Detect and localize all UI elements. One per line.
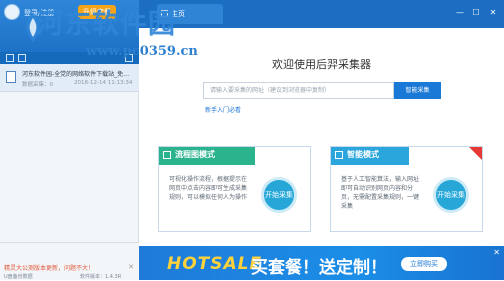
start-collect-button[interactable]: 开始采集 (261, 177, 297, 213)
flowchart-icon (163, 151, 171, 159)
close-icon[interactable]: ✕ (128, 263, 134, 271)
left-footer: 精灵大公测版本更新，问题不大！ ✕ U盘备份数据 软件版本：1.4.3R (0, 242, 139, 280)
promo-banner[interactable]: HOTSALE 买套餐！送定制！ 立即购买 ✕ (139, 246, 504, 280)
minimize-button[interactable]: — (455, 8, 465, 18)
card-title-smart: 智能模式 (331, 147, 409, 165)
start-collect-button[interactable]: 开始采集 (433, 177, 469, 213)
card-description: 基于人工智能算法，输入网址即可自动识别网页内容和分页，无需配置采集规则，一键采集 (341, 176, 420, 210)
task-list-item[interactable]: 河东软件园-全党的网络软件下载站_免费网 数据采集：0 2018-12-14 1… (0, 64, 139, 92)
card-title-text: 流程图模式 (175, 150, 215, 159)
smart-mode-card: 智能模式 基于人工智能算法，输入网址即可自动识别网页内容和分页，无需配置采集规则… (330, 146, 483, 232)
menu-icon[interactable] (18, 54, 26, 62)
backup-link[interactable]: U盘备份数据 (4, 273, 33, 280)
buy-now-button[interactable]: 立即购买 (401, 257, 447, 271)
smart-icon (335, 151, 343, 159)
card-title-text: 智能模式 (347, 150, 379, 159)
hotsale-text: HOTSALE (167, 254, 263, 274)
card-title-flowchart: 流程图模式 (159, 147, 255, 165)
maximize-button[interactable]: ☐ (471, 8, 481, 18)
url-input[interactable]: 请输入要采集的网址（建议到浏览器中复制） (203, 82, 394, 99)
smart-collect-button[interactable]: 智能采集 (394, 82, 441, 99)
watermark-title: 河东软件园 (36, 9, 176, 40)
avatar[interactable] (4, 4, 20, 20)
close-icon[interactable]: ✕ (493, 248, 500, 257)
beginner-guide-link[interactable]: 新手入门必看 (205, 105, 241, 114)
welcome-heading: 欢迎使用后羿采集器 (272, 58, 371, 71)
task-time: 2018-12-14 11:13:34 (74, 80, 133, 86)
close-window-button[interactable]: ✕ (488, 8, 498, 18)
version-text: 软件版本：1.4.3R (80, 274, 122, 280)
task-count: 数据采集：0 (22, 82, 53, 88)
title-bar: 主页 — ☐ ✕ (139, 0, 504, 28)
back-icon[interactable] (6, 54, 14, 62)
card-description: 可视化操作流程，根据提示在网页中点击内容即可生成采集规则，可以模拟任何人为操作 (169, 176, 248, 201)
document-icon (6, 71, 16, 83)
banner-text: 买套餐！送定制！ (251, 258, 387, 278)
flowchart-mode-card: 流程图模式 可视化操作流程，根据提示在网页中点击内容即可生成采集规则，可以模拟任… (158, 146, 311, 232)
update-notice[interactable]: 精灵大公测版本更新，问题不大！ (4, 263, 94, 272)
task-title: 河东软件园-全党的网络软件下载站_免费网 (22, 71, 134, 78)
corner-badge (469, 147, 482, 160)
